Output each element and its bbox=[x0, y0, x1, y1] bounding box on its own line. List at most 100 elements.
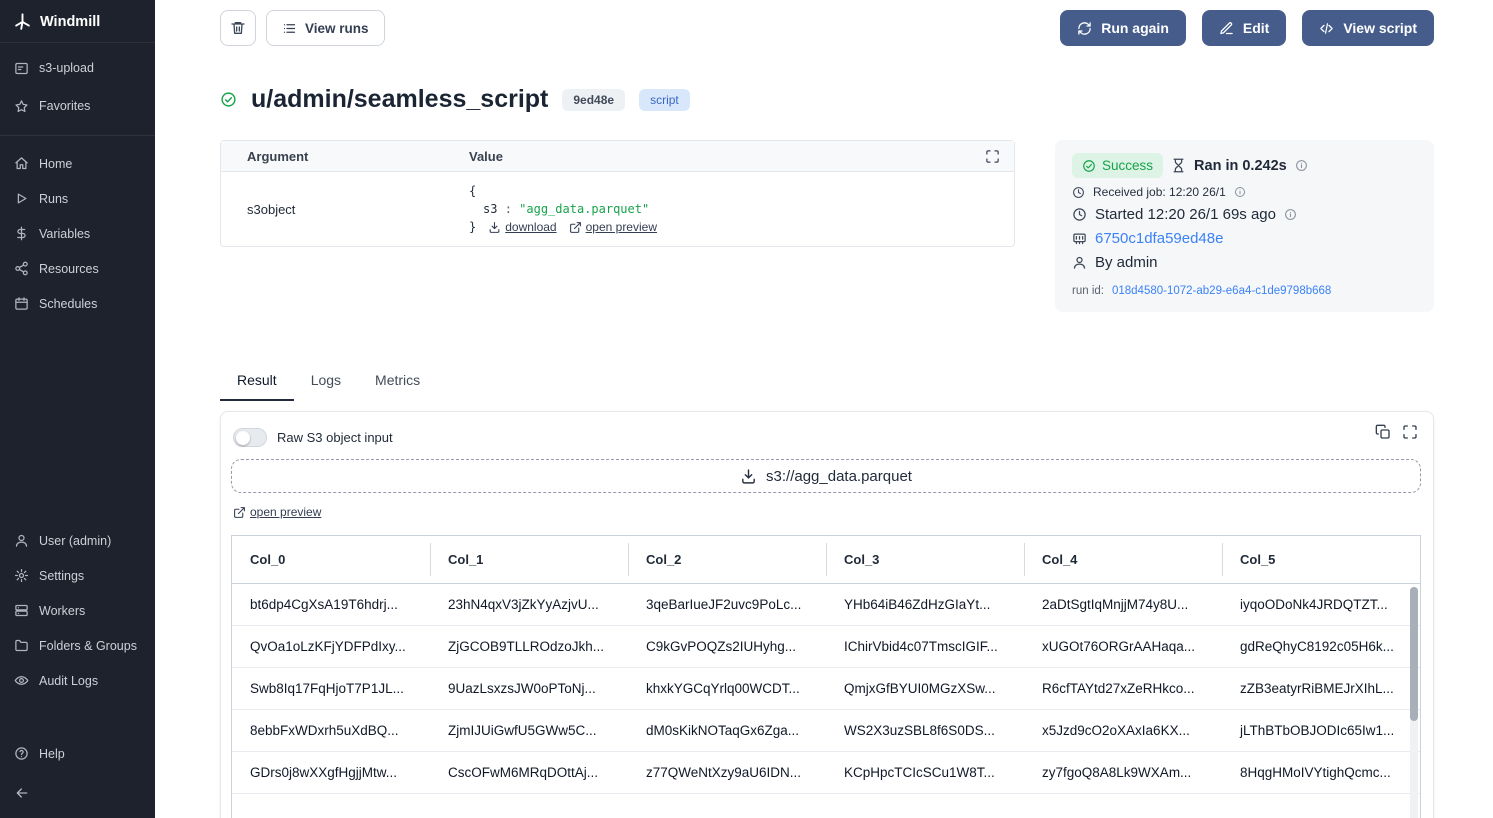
pencil-icon bbox=[1219, 21, 1234, 36]
user-icon bbox=[1072, 255, 1087, 270]
preview-row: open preview bbox=[231, 505, 1421, 524]
open-preview-link[interactable]: open preview bbox=[233, 505, 321, 519]
expand-result-icon[interactable] bbox=[1402, 424, 1418, 440]
play-icon bbox=[14, 191, 29, 206]
sidebar-item-label: Schedules bbox=[39, 297, 97, 311]
sidebar-item-workers[interactable]: Workers bbox=[0, 593, 155, 628]
sidebar-item-label: Resources bbox=[39, 262, 99, 276]
delete-run-button[interactable] bbox=[220, 10, 256, 46]
windmill-home-link[interactable]: Windmill bbox=[0, 0, 155, 43]
sidebar-item-s3-upload[interactable]: s3-upload bbox=[0, 49, 155, 87]
trash-icon bbox=[230, 20, 246, 36]
table-cell: Swb8Iq17FqHjoT7P1JL... bbox=[232, 668, 430, 710]
app-root: Windmill s3-upload Favorites Home Runs bbox=[0, 0, 1493, 818]
sidebar-collapse-button[interactable] bbox=[0, 777, 155, 818]
table-cell: QmjxGfBYUI0MGzXSw... bbox=[826, 668, 1024, 710]
sidebar-pinned-group: s3-upload Favorites bbox=[0, 43, 155, 131]
result-tabs: Result Logs Metrics bbox=[220, 364, 1434, 401]
table-cell: GDrs0j8wXXgfHgjjMtw... bbox=[232, 752, 430, 794]
sidebar-divider bbox=[0, 135, 155, 136]
server-icon bbox=[14, 603, 29, 618]
table-scrollbar-thumb[interactable] bbox=[1410, 587, 1418, 721]
s3-file-label: s3://agg_data.parquet bbox=[766, 468, 912, 485]
run-again-button[interactable]: Run again bbox=[1060, 10, 1186, 46]
sidebar-item-variables[interactable]: Variables bbox=[0, 216, 155, 251]
copy-result-icon[interactable] bbox=[1375, 424, 1391, 440]
sidebar-item-label: Settings bbox=[39, 569, 84, 583]
open-preview-link[interactable]: open preview bbox=[569, 218, 657, 236]
s3-download-box[interactable]: s3://agg_data.parquet bbox=[231, 459, 1421, 493]
list-icon bbox=[282, 21, 297, 36]
column-header: Col_0 bbox=[232, 536, 430, 584]
table-cell: QvOa1oLzKFjYDFPdIxy... bbox=[232, 626, 430, 668]
sidebar-item-folders-groups[interactable]: Folders & Groups bbox=[0, 628, 155, 663]
column-header: Col_3 bbox=[826, 536, 1024, 584]
table-cell: khxkYGCqYrlq00WCDT... bbox=[628, 668, 826, 710]
table-cell: ZjmIJUiGwfU5GWw5C... bbox=[430, 710, 628, 752]
argument-row: s3object { s3 : "agg_data.parquet" } bbox=[221, 172, 1014, 246]
job-id-row: 6750c1dfa59ed48e bbox=[1072, 230, 1417, 247]
sidebar-item-label: s3-upload bbox=[39, 61, 94, 75]
sidebar-item-home[interactable]: Home bbox=[0, 146, 155, 181]
user-icon bbox=[14, 533, 29, 548]
view-script-button[interactable]: View script bbox=[1302, 10, 1434, 46]
table-cell: 8HqgHMoIVYtighQcmc... bbox=[1222, 752, 1420, 794]
tab-result[interactable]: Result bbox=[220, 364, 294, 401]
clock-icon bbox=[1072, 186, 1085, 199]
sidebar-item-label: Help bbox=[39, 747, 65, 761]
job-id-link[interactable]: 6750c1dfa59ed48e bbox=[1095, 230, 1223, 247]
received-job-text: Received job: 12:20 26/1 bbox=[1093, 185, 1226, 199]
run-duration: Ran in 0.242s bbox=[1194, 158, 1287, 174]
toggle-knob bbox=[236, 431, 250, 445]
result-panel: Raw S3 object input s3://agg_data.parque… bbox=[220, 411, 1434, 818]
expand-icon bbox=[985, 149, 1000, 164]
sidebar-item-label: Favorites bbox=[39, 99, 90, 113]
table-cell: CscOFwM6MRqDOttAj... bbox=[430, 752, 628, 794]
gear-icon bbox=[14, 568, 29, 583]
run-id-link[interactable]: 018d4580-1072-ab29-e6a4-c1de9798b668 bbox=[1112, 285, 1331, 297]
tab-metrics[interactable]: Metrics bbox=[358, 364, 437, 401]
code-icon bbox=[1319, 21, 1334, 36]
view-runs-button[interactable]: View runs bbox=[266, 10, 385, 46]
run-id-label: run id: bbox=[1072, 285, 1104, 297]
sidebar-item-favorites[interactable]: Favorites bbox=[0, 87, 155, 125]
json-close-brace: } bbox=[469, 218, 476, 236]
clock-icon bbox=[1072, 207, 1087, 222]
sidebar-item-label: Audit Logs bbox=[39, 674, 98, 688]
argument-column-header: Argument bbox=[221, 149, 469, 164]
sidebar-item-help[interactable]: Help bbox=[0, 736, 155, 771]
argument-value-json: { s3 : "agg_data.parquet" } download bbox=[469, 182, 1014, 236]
external-link-icon bbox=[233, 506, 246, 519]
result-table-wrap: Col_0 Col_1 Col_2 Col_3 Col_4 Col_5 bt6d… bbox=[231, 535, 1421, 818]
tab-logs[interactable]: Logs bbox=[294, 364, 358, 401]
info-icon[interactable] bbox=[1284, 208, 1297, 221]
sidebar-item-settings[interactable]: Settings bbox=[0, 558, 155, 593]
result-panel-actions bbox=[1375, 424, 1418, 440]
commit-hash-badge: 9ed48e bbox=[562, 89, 625, 111]
view-runs-label: View runs bbox=[305, 21, 369, 36]
home-icon bbox=[14, 156, 29, 171]
sidebar-item-user[interactable]: User (admin) bbox=[0, 523, 155, 558]
by-admin-text: By admin bbox=[1095, 254, 1158, 271]
raw-s3-toggle[interactable] bbox=[233, 428, 267, 447]
info-icon[interactable] bbox=[1295, 159, 1308, 172]
folder-icon bbox=[14, 638, 29, 653]
success-label: Success bbox=[1102, 158, 1153, 173]
download-label: download bbox=[505, 218, 556, 236]
sidebar-item-schedules[interactable]: Schedules bbox=[0, 286, 155, 321]
info-row: Argument Value s3object { s3 : "agg_data… bbox=[220, 140, 1434, 312]
sidebar-item-resources[interactable]: Resources bbox=[0, 251, 155, 286]
edit-button[interactable]: Edit bbox=[1202, 10, 1286, 46]
sidebar-item-audit-logs[interactable]: Audit Logs bbox=[0, 663, 155, 698]
sidebar-item-runs[interactable]: Runs bbox=[0, 181, 155, 216]
page-title: u/admin/seamless_script bbox=[251, 85, 548, 114]
sidebar-item-label: Workers bbox=[39, 604, 85, 618]
download-link[interactable]: download bbox=[488, 218, 556, 236]
table-row: 8ebbFxWDxrh5uXdBQ...ZjmIJUiGwfU5GWw5C...… bbox=[232, 710, 1420, 752]
brand-label: Windmill bbox=[40, 14, 100, 30]
expand-arguments-button[interactable] bbox=[985, 149, 1000, 164]
info-icon[interactable] bbox=[1234, 186, 1246, 198]
result-table-body: bt6dp4CgXsA19T6hdrj...23hN4qxV3jZkYyAzjv… bbox=[232, 584, 1420, 794]
table-cell: xUGOt76ORGrAAHaqa... bbox=[1024, 626, 1222, 668]
json-open-brace: { bbox=[469, 184, 476, 198]
